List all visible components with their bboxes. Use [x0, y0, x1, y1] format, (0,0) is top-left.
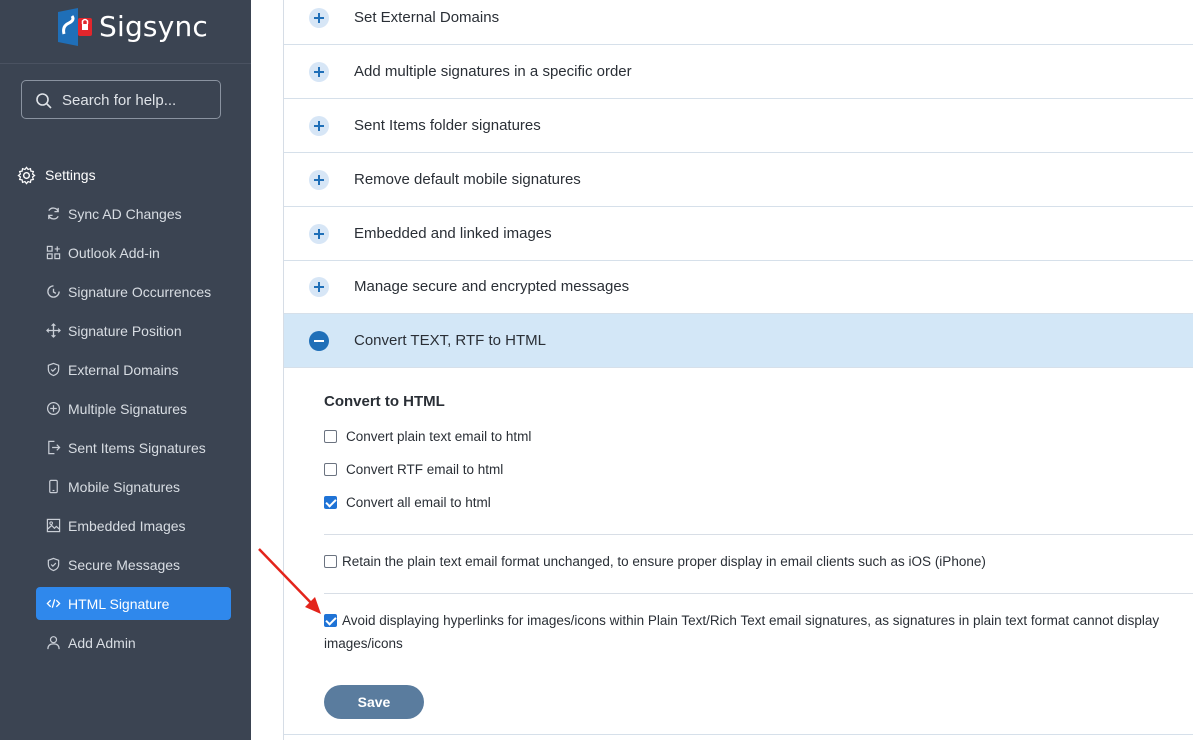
- search-input[interactable]: [62, 87, 212, 113]
- panel-title: Convert to HTML: [324, 393, 445, 410]
- sidebar-item-label: Add Admin: [68, 634, 136, 651]
- sidebar-item-label: Mobile Signatures: [68, 478, 181, 495]
- sidebar-item-signature-occurrences[interactable]: Signature Occurrences: [36, 275, 231, 308]
- accordion-sent-items[interactable]: Sent Items folder signatures: [284, 99, 1193, 153]
- convert-rtf-checkbox[interactable]: [324, 463, 337, 476]
- shield-icon: [47, 362, 60, 377]
- gear-icon: [17, 165, 36, 185]
- option-label: Convert RTF email to html: [346, 462, 504, 477]
- settings-section[interactable]: Settings: [17, 164, 96, 186]
- addin-icon: [46, 245, 61, 260]
- accordion-label: Set External Domains: [354, 9, 500, 26]
- shield-check-icon: [47, 557, 60, 572]
- option-label: Convert plain text email to html: [346, 429, 532, 444]
- sidebar-item-label: Secure Messages: [68, 556, 181, 573]
- sidebar-item-label: External Domains: [68, 361, 179, 378]
- sync-icon: [48, 207, 59, 220]
- sidebar-item-sync-ad[interactable]: Sync AD Changes: [36, 197, 231, 230]
- red-arrow-icon: [258, 548, 321, 614]
- move-icon: [46, 323, 61, 338]
- sidebar-item-label: Embedded Images: [68, 517, 186, 534]
- sidebar-item-multiple-signatures[interactable]: Multiple Signatures: [36, 392, 231, 425]
- code-icon: [46, 599, 61, 608]
- option-convert-plain[interactable]: Convert plain text email to html: [324, 425, 531, 448]
- sidebar-item-sent-items[interactable]: Sent Items Signatures: [36, 431, 231, 464]
- expand-plus-icon[interactable]: [309, 169, 329, 190]
- expand-plus-icon[interactable]: [309, 7, 329, 28]
- sidebar-item-label: Multiple Signatures: [68, 400, 188, 417]
- save-button[interactable]: Save: [324, 685, 424, 719]
- expand-plus-icon[interactable]: [309, 115, 329, 136]
- occurrence-icon: [47, 285, 60, 298]
- logo-row: Sigsync: [0, 0, 251, 64]
- settings-label: Settings: [45, 167, 96, 183]
- mobile-icon: [49, 479, 58, 494]
- sigsync-logo-icon: [58, 8, 92, 46]
- accordion-label: Convert TEXT, RTF to HTML: [354, 332, 546, 349]
- image-icon: [46, 518, 61, 533]
- option-retain-plain[interactable]: Retain the plain text email format uncha…: [324, 550, 1193, 573]
- search-icon: [36, 93, 52, 109]
- sidebar-item-html-signature[interactable]: HTML Signature: [36, 587, 231, 620]
- sidebar-item-add-admin[interactable]: Add Admin: [36, 626, 231, 659]
- divider: [324, 534, 1193, 535]
- brand-name: Sigsync: [99, 10, 209, 43]
- sidebar: Sigsync Settings Sync AD Changes Outlook…: [0, 0, 251, 740]
- option-label: Avoid displaying hyperlinks for images/i…: [324, 613, 1160, 651]
- accordion-secure-messages[interactable]: Manage secure and encrypted messages: [284, 260, 1193, 314]
- accordion-mobile-signatures[interactable]: Remove default mobile signatures: [284, 153, 1193, 207]
- accordion-label: Embedded and linked images: [354, 225, 552, 242]
- accordion-embedded-images[interactable]: Embedded and linked images: [284, 207, 1193, 261]
- avoid-hyperlinks-checkbox[interactable]: [324, 614, 337, 627]
- sidebar-item-secure-messages[interactable]: Secure Messages: [36, 548, 231, 581]
- sidebar-item-label: Outlook Add-in: [68, 244, 160, 261]
- accordion-external-domains[interactable]: Set External Domains: [284, 0, 1193, 45]
- sidebar-item-mobile-signatures[interactable]: Mobile Signatures: [36, 470, 231, 503]
- sidebar-item-label: HTML Signature: [68, 595, 170, 612]
- expand-plus-icon[interactable]: [309, 223, 329, 244]
- sidebar-item-external-domains[interactable]: External Domains: [36, 353, 231, 386]
- accordion-label: Add multiple signatures in a specific or…: [354, 63, 632, 80]
- option-label: Retain the plain text email format uncha…: [342, 554, 986, 569]
- sidebar-item-signature-position[interactable]: Signature Position: [36, 314, 231, 347]
- option-convert-rtf[interactable]: Convert RTF email to html: [324, 458, 503, 481]
- expand-plus-icon[interactable]: [309, 276, 329, 297]
- sidebar-item-label: Signature Position: [68, 322, 182, 339]
- divider: [324, 593, 1193, 594]
- sidebar-item-label: Sent Items Signatures: [68, 439, 206, 456]
- retain-plain-checkbox[interactable]: [324, 555, 337, 568]
- convert-plain-checkbox[interactable]: [324, 430, 337, 443]
- search-box[interactable]: [21, 80, 221, 119]
- sent-icon: [48, 440, 61, 455]
- expand-plus-icon[interactable]: [309, 61, 329, 82]
- sidebar-item-outlook-addin[interactable]: Outlook Add-in: [36, 236, 231, 269]
- divider: [284, 734, 1193, 735]
- sidebar-item-label: Sync AD Changes: [68, 205, 182, 222]
- collapse-minus-icon[interactable]: [309, 330, 329, 351]
- option-convert-all[interactable]: Convert all email to html: [324, 491, 491, 514]
- option-label: Convert all email to html: [346, 495, 491, 510]
- sidebar-item-embedded-images[interactable]: Embedded Images: [36, 509, 231, 542]
- sidebar-item-label: Signature Occurrences: [68, 283, 212, 300]
- accordion-multiple-signatures[interactable]: Add multiple signatures in a specific or…: [284, 45, 1193, 99]
- settings-content: Set External Domains Add multiple signat…: [283, 0, 1193, 740]
- accordion-label: Remove default mobile signatures: [354, 171, 581, 188]
- user-icon: [47, 636, 60, 650]
- convert-all-checkbox[interactable]: [324, 496, 337, 509]
- accordion-label: Sent Items folder signatures: [354, 117, 541, 134]
- accordion-label: Manage secure and encrypted messages: [354, 278, 630, 295]
- option-avoid-hyperlinks[interactable]: Avoid displaying hyperlinks for images/i…: [324, 609, 1192, 655]
- plus-circle-icon: [46, 401, 61, 416]
- accordion-convert-html[interactable]: Convert TEXT, RTF to HTML: [284, 314, 1193, 368]
